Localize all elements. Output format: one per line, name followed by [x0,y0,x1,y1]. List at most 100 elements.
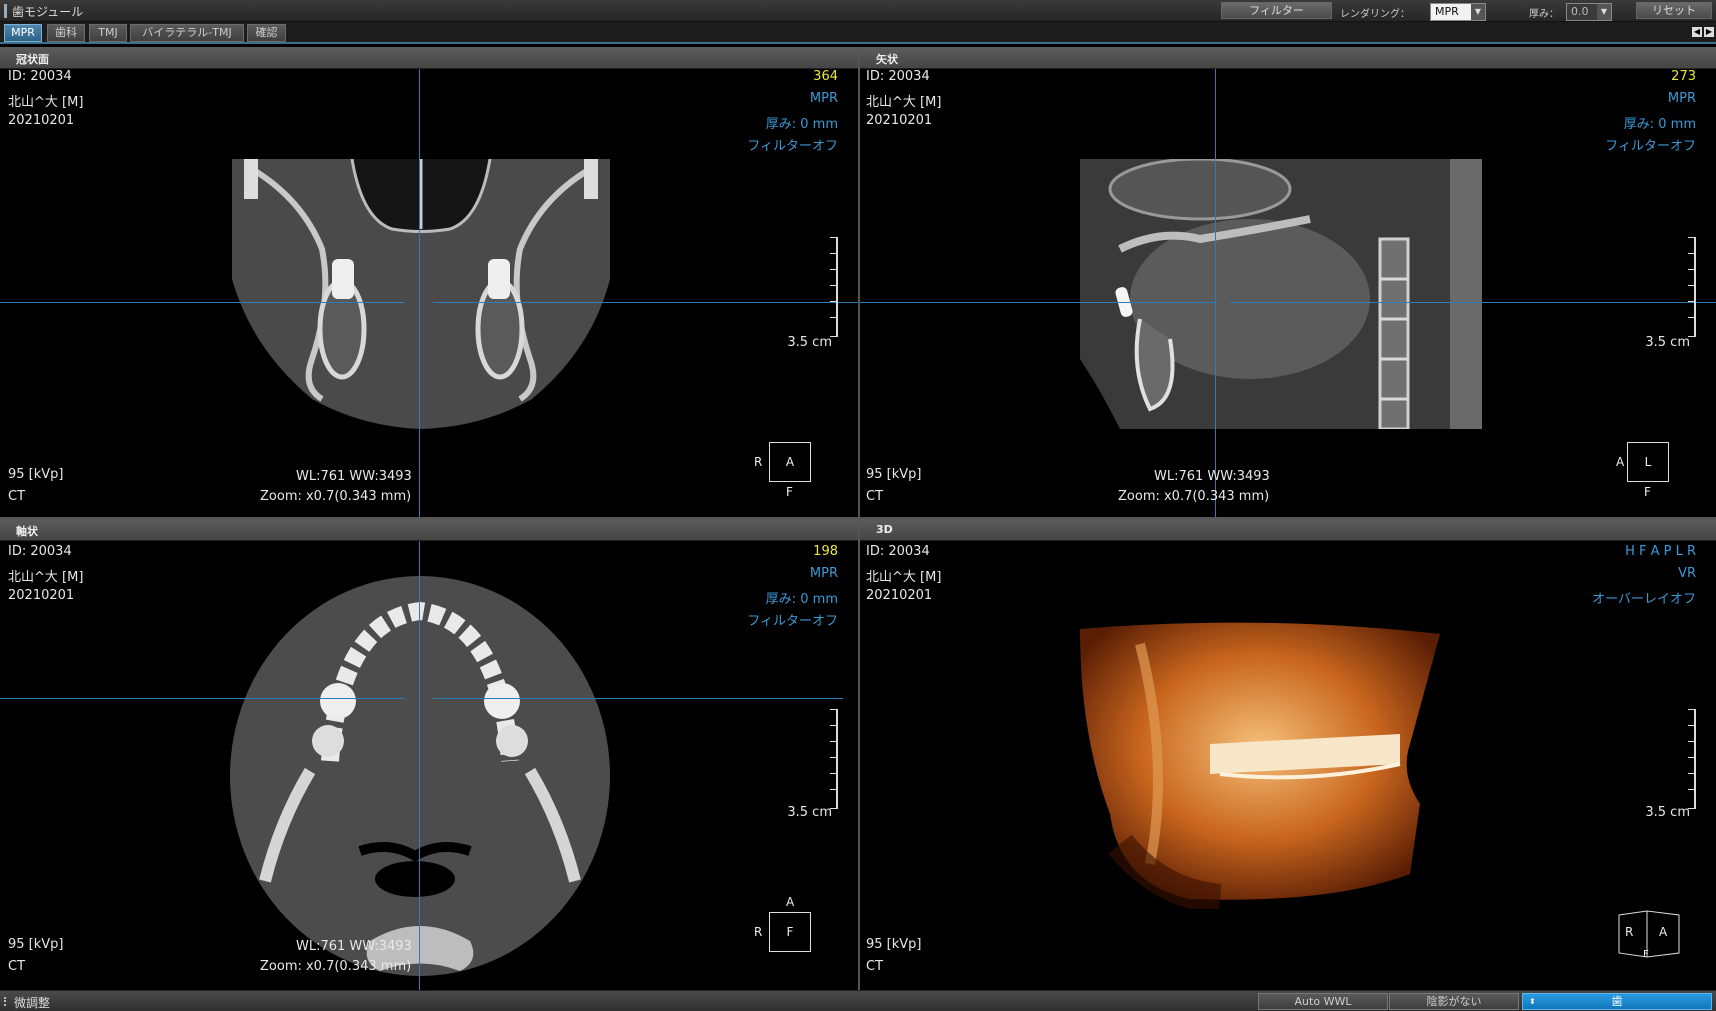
view-direction-buttons[interactable]: H F A P L R [1625,544,1696,559]
thickness-select[interactable]: 0.0 ▼ [1566,3,1612,21]
tab-mpr[interactable]: MPR [4,24,42,42]
modality: CT [866,959,884,974]
crosshair-horizontal[interactable] [1230,302,1716,303]
orientation-cube[interactable]: F [769,912,811,952]
volume-panel-header: 3D [860,519,1716,541]
crosshair-horizontal[interactable] [433,698,843,699]
cube-right-label: A [1659,925,1668,939]
crosshair-horizontal[interactable] [0,698,405,699]
orientation-cube[interactable]: R A F [1617,909,1681,960]
sagittal-panel-title: 矢状 [876,53,898,66]
patient-name: 北山^大 [M] [866,95,942,110]
orientation-left-label: A [1616,455,1625,469]
slice-thickness: 厚み: 0 mm [765,117,838,132]
tab-confirm[interactable]: 確認 [247,24,286,42]
orientation-bottom-label: F [786,485,793,499]
kvp-value: 95 [kVp] [8,937,64,952]
axial-view-panel[interactable]: 軸状 ID: 20034 北山^大 [M] 20210201 198 MPR 厚… [0,519,858,990]
modality: CT [8,489,26,504]
orientation-left-label: R [754,925,763,939]
tab-bilateral-tmj[interactable]: バイラテラル-TMJ [130,24,244,42]
crosshair-horizontal[interactable] [433,302,858,303]
orientation-cube[interactable]: L [1627,442,1669,482]
coronal-view-panel[interactable]: 冠状面 ID: 20034 北山^大 [M] 20210201 364 MPR … [0,47,858,517]
study-date: 20210201 [866,113,933,128]
cube-bottom-label: F [1643,949,1649,960]
crosshair-vertical[interactable] [419,541,420,990]
orientation-top-label: A [786,895,795,909]
chevron-left-icon[interactable]: ◀ [1692,27,1702,37]
volume-render-panel[interactable]: 3D ID: 20034 北山^大 [M] 20210201 H F A P L… [860,519,1716,990]
patient-id: ID: 20034 [8,69,72,84]
patient-id: ID: 20034 [866,544,930,559]
view-mode: MPR [1667,91,1696,106]
scale-label: 3.5 cm [1645,805,1690,820]
scale-ruler [1686,237,1696,337]
patient-name: 北山^大 [M] [8,95,84,110]
zoom-info: Zoom: x0.7(0.343 mm) [1118,489,1270,504]
filter-status: フィルターオフ [747,614,838,629]
window-level: WL:761 WW:3493 [1154,469,1270,484]
view-mode: MPR [809,566,838,581]
rendering-select-value: MPR [1435,5,1459,18]
filter-status: フィルターオフ [1605,139,1696,154]
crosshair-horizontal[interactable] [860,302,1215,303]
sagittal-view-panel[interactable]: 矢状 ID: 20034 北山^大 [M] 20210201 273 MPR 厚… [860,47,1716,517]
coronal-panel-header: 冠状面 [0,47,858,69]
scale-label: 3.5 cm [1645,335,1690,350]
rendering-select[interactable]: MPR ▼ [1430,3,1486,21]
modality: CT [866,489,884,504]
scale-label: 3.5 cm [787,335,832,350]
drag-grip-icon[interactable] [4,997,8,1006]
status-bar: 微調整 Auto WWL 陰影がない ⬍ 歯 [0,990,1716,1011]
sagittal-ct-svg [1080,159,1482,429]
modality: CT [8,959,26,974]
chevron-down-icon[interactable]: ▼ [1597,4,1611,20]
filter-button[interactable]: フィルター [1221,2,1332,19]
patient-name: 北山^大 [M] [866,570,942,585]
kvp-value: 95 [kVp] [8,467,64,482]
orientation-left-label: R [754,455,763,469]
rendering-label: レンダリング： [1340,9,1410,20]
chevron-down-icon[interactable]: ▼ [1471,4,1485,20]
study-date: 20210201 [866,588,933,603]
thickness-label: 厚み： [1529,9,1559,20]
tab-tmj[interactable]: TMJ [89,24,127,42]
coronal-panel-title: 冠状面 [16,53,49,66]
patient-id: ID: 20034 [866,69,930,84]
overlay-status: オーバーレイオフ [1592,592,1696,607]
tab-dental[interactable]: 歯科 [47,24,85,42]
crosshair-horizontal[interactable] [0,302,405,303]
patient-id: ID: 20034 [8,544,72,559]
kvp-value: 95 [kVp] [866,467,922,482]
slice-number: 198 [813,544,838,559]
cube-left-label: R [1625,925,1634,939]
reset-button[interactable]: リセット [1636,2,1712,19]
volume-render-image [1080,614,1450,909]
sagittal-panel-header: 矢状 [860,47,1716,69]
orientation-cube[interactable]: A [769,442,811,482]
updown-arrow-icon: ⬍ [1529,997,1536,1006]
zoom-info: Zoom: x0.7(0.343 mm) [260,959,412,974]
volume-render-svg [1080,622,1440,909]
crosshair-vertical[interactable] [419,69,420,517]
scale-ruler [828,237,838,337]
crosshair-vertical[interactable] [1215,69,1216,517]
axial-ct-image [220,561,620,986]
preset-select-value: 歯 [1611,995,1623,1008]
axial-ct-svg [230,576,610,976]
app-title: 歯モジュール [12,5,84,19]
orientation-bottom-label: F [1644,485,1651,499]
tab-bar: MPR 歯科 TMJ バイラテラル-TMJ 確認 ◀ ▶ [0,22,1716,44]
window-level: WL:761 WW:3493 [296,939,412,954]
chevron-right-icon[interactable]: ▶ [1704,27,1714,37]
shading-button[interactable]: 陰影がない [1389,993,1519,1010]
preset-select[interactable]: ⬍ 歯 [1522,993,1712,1010]
window-level: WL:761 WW:3493 [296,469,412,484]
zoom-info: Zoom: x0.7(0.343 mm) [260,489,412,504]
study-date: 20210201 [8,113,75,128]
fine-adjust-label: 微調整 [14,996,51,1010]
slice-thickness: 厚み: 0 mm [765,592,838,607]
axial-panel-header: 軸状 [0,519,858,541]
auto-wwl-button[interactable]: Auto WWL [1258,993,1388,1010]
